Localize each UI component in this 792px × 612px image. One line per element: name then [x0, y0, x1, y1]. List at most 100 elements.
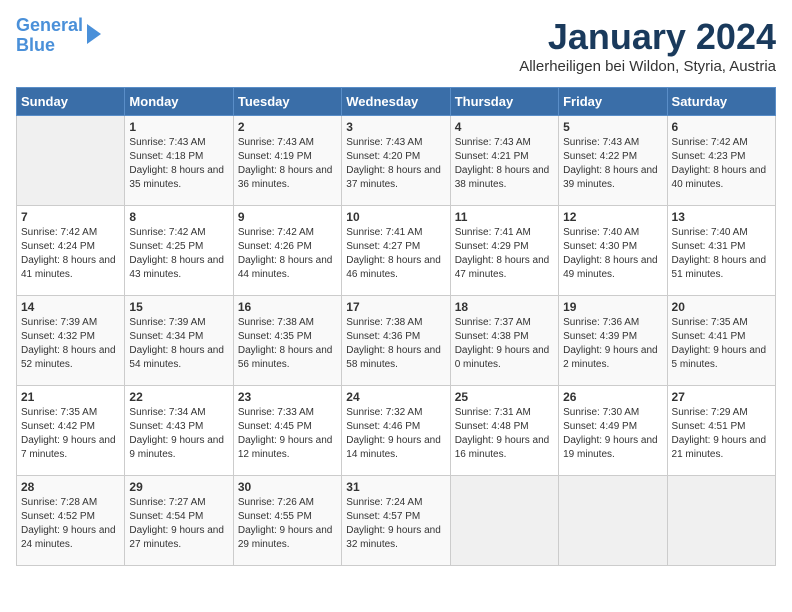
day-number: 24 [346, 390, 445, 404]
calendar-cell: 30 Sunrise: 7:26 AMSunset: 4:55 PMDayligh… [233, 476, 341, 566]
day-number: 15 [129, 300, 228, 314]
logo: General Blue [16, 16, 101, 56]
calendar-cell: 27 Sunrise: 7:29 AMSunset: 4:51 PMDayligh… [667, 386, 775, 476]
day-number: 5 [563, 120, 662, 134]
day-number: 19 [563, 300, 662, 314]
day-number: 2 [238, 120, 337, 134]
day-number: 8 [129, 210, 228, 224]
calendar-cell [450, 476, 558, 566]
day-info: Sunrise: 7:31 AMSunset: 4:48 PMDaylight:… [455, 406, 554, 462]
calendar-cell: 24 Sunrise: 7:32 AMSunset: 4:46 PMDayligh… [342, 386, 450, 476]
day-info: Sunrise: 7:40 AMSunset: 4:31 PMDaylight:… [672, 226, 771, 282]
calendar-cell [667, 476, 775, 566]
day-number: 20 [672, 300, 771, 314]
calendar-cell: 29Sunrise: 7:27 AMSunset: 4:54 PMDayligh… [125, 476, 233, 566]
calendar-cell: 18 Sunrise: 7:37 AMSunset: 4:38 PMDayligh… [450, 296, 558, 386]
calendar-cell: 5 Sunrise: 7:43 AMSunset: 4:22 PMDaylight… [559, 116, 667, 206]
day-number: 26 [563, 390, 662, 404]
day-info: Sunrise: 7:38 AMSunset: 4:35 PMDaylight:… [238, 316, 337, 372]
calendar-cell: 11Sunrise: 7:41 AMSunset: 4:29 PMDayligh… [450, 206, 558, 296]
day-info: Sunrise: 7:28 AMSunset: 4:52 PMDaylight:… [21, 496, 120, 552]
column-header-thursday: Thursday [450, 88, 558, 116]
day-number: 18 [455, 300, 554, 314]
day-number: 30 [238, 480, 337, 494]
day-info: Sunrise: 7:37 AMSunset: 4:38 PMDaylight:… [455, 316, 554, 372]
day-info: Sunrise: 7:40 AMSunset: 4:30 PMDaylight:… [563, 226, 662, 282]
location-title: Allerheiligen bei Wildon, Styria, Austri… [519, 58, 776, 75]
day-number: 6 [672, 120, 771, 134]
calendar-cell [17, 116, 125, 206]
day-info: Sunrise: 7:33 AMSunset: 4:45 PMDaylight:… [238, 406, 337, 462]
calendar-cell: 13Sunrise: 7:40 AMSunset: 4:31 PMDayligh… [667, 206, 775, 296]
calendar-header-row: SundayMondayTuesdayWednesdayThursdayFrid… [17, 88, 776, 116]
calendar-cell: 1 Sunrise: 7:43 AMSunset: 4:18 PMDaylight… [125, 116, 233, 206]
day-info: Sunrise: 7:38 AMSunset: 4:36 PMDaylight:… [346, 316, 445, 372]
calendar-cell: 23 Sunrise: 7:33 AMSunset: 4:45 PMDayligh… [233, 386, 341, 476]
calendar-cell: 15 Sunrise: 7:39 AMSunset: 4:34 PMDayligh… [125, 296, 233, 386]
calendar-cell [559, 476, 667, 566]
day-info: Sunrise: 7:32 AMSunset: 4:46 PMDaylight:… [346, 406, 445, 462]
day-info: Sunrise: 7:29 AMSunset: 4:51 PMDaylight:… [672, 406, 771, 462]
day-number: 27 [672, 390, 771, 404]
month-title: January 2024 [519, 16, 776, 58]
day-number: 22 [129, 390, 228, 404]
calendar-cell: 31Sunrise: 7:24 AMSunset: 4:57 PMDayligh… [342, 476, 450, 566]
day-number: 4 [455, 120, 554, 134]
day-info: Sunrise: 7:43 AMSunset: 4:21 PMDaylight:… [455, 136, 554, 192]
day-number: 14 [21, 300, 120, 314]
day-info: Sunrise: 7:43 AMSunset: 4:18 PMDaylight:… [129, 136, 228, 192]
day-number: 3 [346, 120, 445, 134]
calendar-week-row: 28 Sunrise: 7:28 AMSunset: 4:52 PMDayligh… [17, 476, 776, 566]
calendar-week-row: 1 Sunrise: 7:43 AMSunset: 4:18 PMDaylight… [17, 116, 776, 206]
day-number: 28 [21, 480, 120, 494]
calendar-cell: 21Sunrise: 7:35 AMSunset: 4:42 PMDayligh… [17, 386, 125, 476]
day-info: Sunrise: 7:26 AMSunset: 4:55 PMDaylight:… [238, 496, 337, 552]
day-info: Sunrise: 7:42 AMSunset: 4:23 PMDaylight:… [672, 136, 771, 192]
day-info: Sunrise: 7:42 AMSunset: 4:24 PMDaylight:… [21, 226, 120, 282]
calendar-cell: 16 Sunrise: 7:38 AMSunset: 4:35 PMDayligh… [233, 296, 341, 386]
calendar-cell: 6 Sunrise: 7:42 AMSunset: 4:23 PMDaylight… [667, 116, 775, 206]
day-number: 25 [455, 390, 554, 404]
calendar-cell: 10 Sunrise: 7:41 AMSunset: 4:27 PMDayligh… [342, 206, 450, 296]
calendar-cell: 3 Sunrise: 7:43 AMSunset: 4:20 PMDaylight… [342, 116, 450, 206]
calendar-cell: 2 Sunrise: 7:43 AMSunset: 4:19 PMDaylight… [233, 116, 341, 206]
calendar-cell: 26Sunrise: 7:30 AMSunset: 4:49 PMDayligh… [559, 386, 667, 476]
day-info: Sunrise: 7:41 AMSunset: 4:27 PMDaylight:… [346, 226, 445, 282]
column-header-monday: Monday [125, 88, 233, 116]
calendar-cell: 22Sunrise: 7:34 AMSunset: 4:43 PMDayligh… [125, 386, 233, 476]
day-info: Sunrise: 7:35 AMSunset: 4:41 PMDaylight:… [672, 316, 771, 372]
calendar-week-row: 7Sunrise: 7:42 AMSunset: 4:24 PMDaylight… [17, 206, 776, 296]
day-number: 11 [455, 210, 554, 224]
day-number: 1 [129, 120, 228, 134]
calendar-cell: 9Sunrise: 7:42 AMSunset: 4:26 PMDaylight… [233, 206, 341, 296]
column-header-wednesday: Wednesday [342, 88, 450, 116]
day-number: 31 [346, 480, 445, 494]
calendar-cell: 7Sunrise: 7:42 AMSunset: 4:24 PMDaylight… [17, 206, 125, 296]
day-info: Sunrise: 7:43 AMSunset: 4:19 PMDaylight:… [238, 136, 337, 192]
day-info: Sunrise: 7:43 AMSunset: 4:20 PMDaylight:… [346, 136, 445, 192]
page-header: General Blue January 2024 Allerheiligen … [16, 16, 776, 75]
logo-arrow-icon [87, 24, 101, 44]
day-info: Sunrise: 7:36 AMSunset: 4:39 PMDaylight:… [563, 316, 662, 372]
title-section: January 2024 Allerheiligen bei Wildon, S… [519, 16, 776, 75]
day-number: 16 [238, 300, 337, 314]
calendar-cell: 25 Sunrise: 7:31 AMSunset: 4:48 PMDayligh… [450, 386, 558, 476]
day-info: Sunrise: 7:42 AMSunset: 4:25 PMDaylight:… [129, 226, 228, 282]
day-number: 23 [238, 390, 337, 404]
calendar-week-row: 21Sunrise: 7:35 AMSunset: 4:42 PMDayligh… [17, 386, 776, 476]
column-header-friday: Friday [559, 88, 667, 116]
day-number: 10 [346, 210, 445, 224]
column-header-tuesday: Tuesday [233, 88, 341, 116]
column-header-saturday: Saturday [667, 88, 775, 116]
calendar-cell: 20 Sunrise: 7:35 AMSunset: 4:41 PMDayligh… [667, 296, 775, 386]
calendar-cell: 4 Sunrise: 7:43 AMSunset: 4:21 PMDaylight… [450, 116, 558, 206]
calendar-table: SundayMondayTuesdayWednesdayThursdayFrid… [16, 87, 776, 566]
logo-text: General Blue [16, 16, 83, 56]
day-info: Sunrise: 7:39 AMSunset: 4:32 PMDaylight:… [21, 316, 120, 372]
day-number: 12 [563, 210, 662, 224]
day-info: Sunrise: 7:43 AMSunset: 4:22 PMDaylight:… [563, 136, 662, 192]
calendar-cell: 28 Sunrise: 7:28 AMSunset: 4:52 PMDayligh… [17, 476, 125, 566]
calendar-cell: 19 Sunrise: 7:36 AMSunset: 4:39 PMDayligh… [559, 296, 667, 386]
calendar-cell: 8 Sunrise: 7:42 AMSunset: 4:25 PMDaylight… [125, 206, 233, 296]
day-info: Sunrise: 7:39 AMSunset: 4:34 PMDaylight:… [129, 316, 228, 372]
